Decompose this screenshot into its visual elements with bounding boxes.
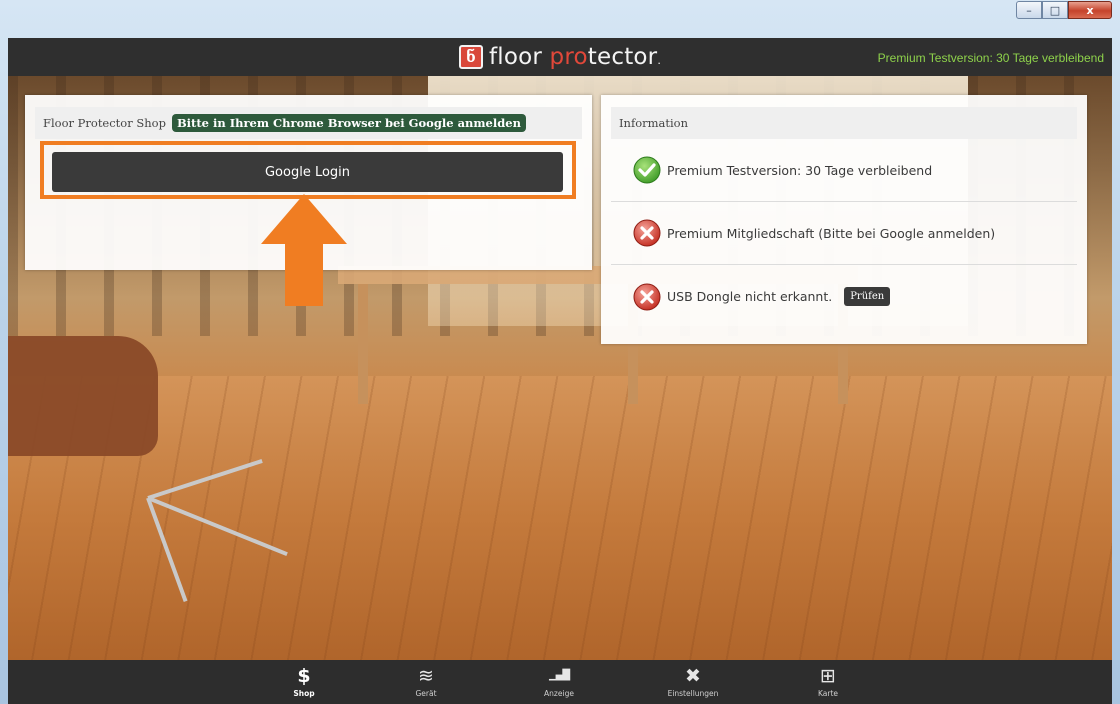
- information-panel: Information Premium Testversion: 30 Tage…: [601, 95, 1087, 344]
- layers-icon: ≋: [418, 665, 434, 687]
- error-icon: [633, 283, 661, 310]
- nav-item-karte[interactable]: ⊞ Karte: [788, 664, 868, 698]
- nav-label-einstellungen: Einstellungen: [667, 689, 719, 698]
- orange-arrow-icon: [261, 194, 347, 306]
- shop-panel-header: Floor Protector Shop Bitte in Ihrem Chro…: [35, 107, 582, 139]
- premium-membership-text: Premium Mitgliedschaft (Bitte bei Google…: [667, 225, 996, 241]
- lounge-chair: [8, 336, 158, 456]
- premium-trial-text: Premium Testversion: 30 Tage verbleibend: [667, 162, 933, 178]
- google-login-button[interactable]: Google Login: [52, 152, 563, 192]
- bar-chart-icon: ▁▄█: [548, 670, 570, 681]
- wood-floor: [8, 376, 1112, 660]
- maximize-button[interactable]: □: [1042, 1, 1068, 19]
- tools-icon: ✖: [685, 665, 701, 687]
- app-window: ნ floor protector. Premium Testversion: …: [8, 38, 1112, 704]
- shop-title: Floor Protector Shop: [43, 116, 166, 130]
- error-icon: [633, 219, 661, 247]
- login-hint-badge: Bitte in Ihrem Chrome Browser bei Google…: [171, 114, 526, 132]
- logo-text-part2: pro: [549, 44, 588, 70]
- app-header: ნ floor protector. Premium Testversion: …: [8, 38, 1112, 76]
- nav-item-einstellungen[interactable]: ✖ Einstellungen: [653, 664, 733, 698]
- information-panel-header: Information: [611, 107, 1077, 139]
- nav-label-shop: Shop: [293, 689, 315, 698]
- dollar-icon: $: [297, 665, 311, 687]
- bottom-navigation: $ Shop ≋ Gerät ▁▄█ Anzeige ✖ Einstellung…: [8, 660, 1112, 704]
- usb-dongle-text: USB Dongle nicht erkannt.: [667, 289, 833, 304]
- map-icon: ⊞: [820, 665, 836, 687]
- nav-label-anzeige: Anzeige: [544, 689, 574, 698]
- nav-item-shop[interactable]: $ Shop: [264, 664, 344, 698]
- nav-label-geraet: Gerät: [415, 689, 437, 698]
- nav-item-geraet[interactable]: ≋ Gerät: [386, 664, 466, 698]
- check-icon: [633, 156, 661, 184]
- minimize-button[interactable]: –: [1016, 1, 1042, 19]
- list-item: USB Dongle nicht erkannt. Prüfen: [611, 265, 1077, 328]
- nav-label-karte: Karte: [817, 689, 839, 698]
- logo-badge-icon: ნ: [458, 45, 483, 69]
- list-item: Premium Testversion: 30 Tage verbleibend: [611, 139, 1077, 202]
- logo-text: floor protector.: [488, 44, 662, 70]
- window-controls: – □ x: [1016, 1, 1112, 19]
- logo-text-part3: tector: [587, 44, 658, 70]
- list-item: Premium Mitgliedschaft (Bitte bei Google…: [611, 202, 1077, 265]
- nav-item-anzeige[interactable]: ▁▄█ Anzeige: [519, 664, 599, 698]
- check-dongle-button[interactable]: Prüfen: [844, 287, 891, 306]
- window-frame: – □ x ნ floor protector. Premium Testver…: [0, 0, 1120, 704]
- close-button[interactable]: x: [1068, 1, 1112, 19]
- information-list: Premium Testversion: 30 Tage verbleibend…: [611, 139, 1077, 328]
- logo-text-part1: floor: [488, 44, 550, 70]
- information-title: Information: [619, 116, 689, 130]
- app-logo: ნ floor protector.: [458, 44, 662, 70]
- trial-status: Premium Testversion: 30 Tage verbleibend: [877, 51, 1104, 65]
